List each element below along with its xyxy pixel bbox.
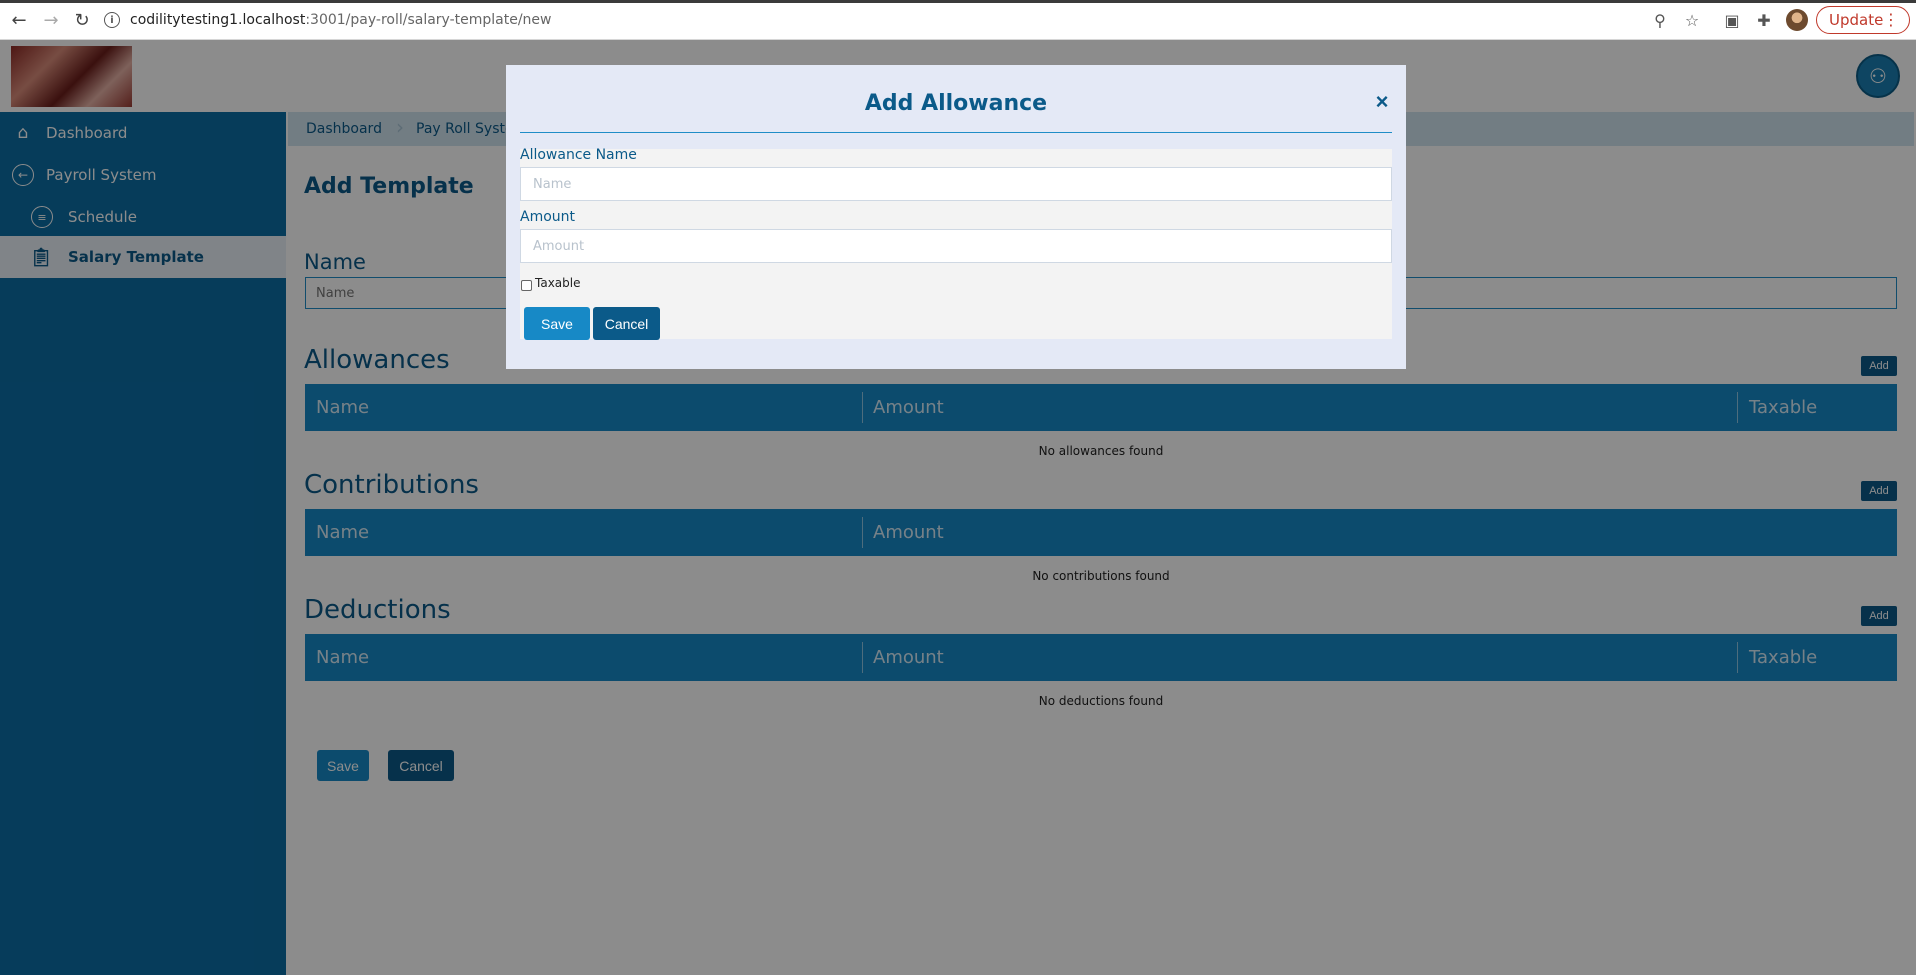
extension-box-icon[interactable]: ▣ [1722, 10, 1742, 30]
add-allowance-dialog: Add Allowance × Allowance Name Amount Ta… [506, 65, 1406, 369]
dialog-divider [520, 132, 1392, 133]
browser-tab-strip [0, 0, 1916, 3]
reload-icon[interactable]: ↻ [71, 9, 93, 31]
allowance-name-label: Allowance Name [520, 147, 637, 163]
amount-label: Amount [520, 209, 576, 225]
forward-icon[interactable]: → [40, 9, 62, 31]
update-label: Update [1829, 11, 1884, 29]
taxable-checkbox[interactable] [521, 280, 532, 291]
url-host: codilitytesting1.localhost [130, 12, 306, 28]
url-path: :3001/pay-roll/salary-template/new [305, 12, 552, 28]
save-allowance-button[interactable]: Save [524, 307, 590, 340]
amount-input[interactable] [520, 229, 1392, 263]
taxable-label[interactable]: Taxable [535, 276, 581, 290]
browser-toolbar: ← → ↻ i codilitytesting1.localhost:3001/… [0, 0, 1916, 40]
update-button[interactable]: Update ⋮ [1816, 6, 1910, 34]
puzzle-extensions-icon[interactable]: ✚ [1754, 10, 1774, 30]
menu-dots-icon: ⋮ [1883, 10, 1899, 29]
back-icon[interactable]: ← [8, 9, 30, 31]
zoom-icon[interactable]: ⚲ [1650, 10, 1670, 30]
dialog-title: Add Allowance [864, 91, 1048, 116]
close-icon[interactable]: × [1371, 91, 1393, 113]
cancel-allowance-button[interactable]: Cancel [593, 307, 660, 340]
allowance-name-input[interactable] [520, 167, 1392, 201]
browser-profile-avatar[interactable] [1786, 9, 1808, 31]
address-bar[interactable]: i codilitytesting1.localhost:3001/pay-ro… [104, 6, 1694, 34]
bookmark-star-icon[interactable]: ☆ [1682, 10, 1702, 30]
site-info-icon[interactable]: i [104, 12, 120, 28]
allowance-form: Allowance Name Amount Taxable Save Cance… [520, 147, 1392, 340]
